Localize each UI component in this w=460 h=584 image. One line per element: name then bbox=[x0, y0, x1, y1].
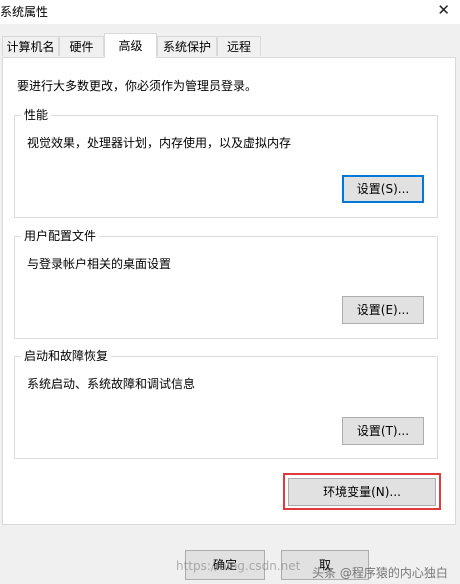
performance-settings-button[interactable]: 设置(S)... bbox=[342, 175, 424, 203]
user-profiles-description: 与登录帐户相关的桌面设置 bbox=[27, 257, 172, 271]
title-bar: 系统属性 ✕ bbox=[0, 0, 460, 24]
window-title: 系统属性 bbox=[0, 5, 49, 19]
highlight-box bbox=[283, 473, 441, 510]
startup-recovery-settings-button[interactable]: 设置(T)... bbox=[342, 417, 424, 445]
startup-recovery-group: 启动和故障恢复 系统启动、系统故障和调试信息 设置(T)... bbox=[14, 349, 438, 459]
tab-computer-name[interactable]: 计算机名 bbox=[2, 36, 59, 56]
tab-hardware[interactable]: 硬件 bbox=[59, 36, 104, 56]
startup-recovery-description: 系统启动、系统故障和调试信息 bbox=[27, 377, 196, 391]
performance-group: 性能 视觉效果，处理器计划，内存使用，以及虚拟内存 设置(S)... bbox=[14, 108, 438, 218]
watermark-url: https://blog.csdn.net bbox=[176, 559, 301, 573]
user-profiles-group: 用户配置文件 与登录帐户相关的桌面设置 设置(E)... bbox=[14, 229, 438, 339]
tab-strip: 计算机名 硬件 高级 系统保护 远程 bbox=[0, 33, 460, 58]
startup-recovery-label: 启动和故障恢复 bbox=[21, 349, 112, 363]
close-icon[interactable]: ✕ bbox=[437, 2, 450, 18]
tab-advanced[interactable]: 高级 bbox=[104, 33, 157, 58]
user-profiles-settings-button[interactable]: 设置(E)... bbox=[342, 296, 424, 324]
performance-label: 性能 bbox=[21, 108, 52, 122]
tab-system-protection[interactable]: 系统保护 bbox=[157, 36, 217, 56]
watermark-author: 头条 @程序猿的内心独白 bbox=[312, 566, 448, 580]
user-profiles-label: 用户配置文件 bbox=[21, 229, 100, 243]
tab-remote[interactable]: 远程 bbox=[217, 36, 261, 56]
admin-notice: 要进行大多数更改，你必须作为管理员登录。 bbox=[17, 79, 258, 93]
performance-description: 视觉效果，处理器计划，内存使用，以及虚拟内存 bbox=[27, 136, 292, 150]
